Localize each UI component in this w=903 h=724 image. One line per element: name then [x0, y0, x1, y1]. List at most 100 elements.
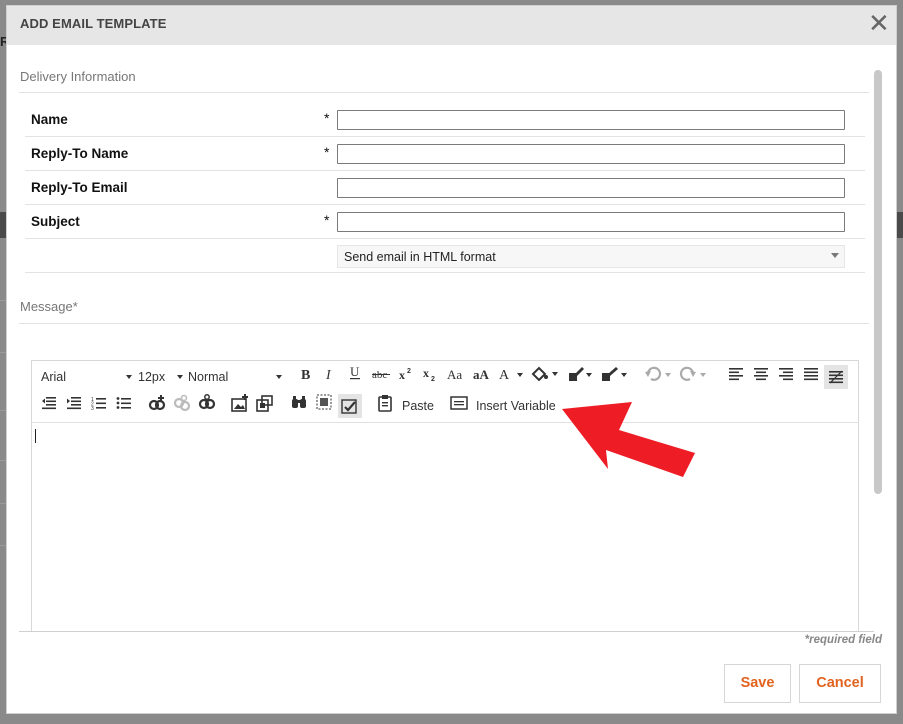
select-all-icon[interactable] [313, 394, 335, 418]
clear-formatting-icon[interactable] [597, 365, 629, 389]
unlink-icon[interactable] [171, 394, 193, 418]
form-row-reply-to-name: Reply-To Name * [25, 137, 865, 171]
font-size-dropdown[interactable]: 12px [138, 365, 186, 389]
svg-text:2: 2 [431, 376, 435, 381]
bulleted-list-icon[interactable] [113, 394, 135, 418]
form-row-subject: Subject * [25, 205, 865, 239]
chevron-down-icon [276, 375, 282, 379]
background-page-bar [897, 212, 903, 238]
format-painter-icon[interactable] [564, 365, 594, 389]
subject-label: Subject [31, 214, 80, 229]
email-format-select[interactable]: Send email in HTML format [337, 245, 845, 268]
highlight-color-icon [531, 366, 558, 382]
font-color-icon[interactable]: A [496, 365, 526, 389]
superscript-icon[interactable]: x2 [395, 365, 417, 389]
insert-variable-icon[interactable] [448, 394, 470, 418]
strikethrough-icon: abc [372, 369, 390, 381]
align-justify-icon [804, 368, 818, 381]
section-divider [19, 323, 869, 324]
subject-input[interactable] [337, 212, 845, 232]
bold-icon[interactable]: B [294, 365, 316, 389]
reply-to-email-label: Reply-To Email [31, 180, 128, 195]
spellcheck-icon[interactable] [338, 394, 362, 418]
highlight-color-icon[interactable] [529, 365, 561, 389]
paste-label: Paste [402, 399, 434, 413]
svg-text:x: x [423, 367, 429, 380]
delivery-section-title: Delivery Information [20, 69, 136, 84]
paste-button[interactable]: Paste [398, 394, 438, 418]
align-center-icon[interactable] [750, 365, 772, 389]
font-size-value: 12px [138, 370, 166, 384]
paragraph-format-dropdown[interactable]: Normal [188, 365, 282, 389]
numbered-list-icon: 123 [91, 397, 106, 412]
strikethrough-icon[interactable]: abc [369, 365, 393, 389]
redo-icon [679, 366, 706, 381]
outdent-icon [42, 397, 56, 410]
insert-link-icon [148, 395, 166, 411]
dialog-scrollbar[interactable] [872, 68, 884, 632]
uppercase-icon[interactable]: Aa [444, 365, 468, 389]
align-right-icon [779, 368, 793, 381]
reply-to-name-label: Reply-To Name [31, 146, 129, 161]
text-cursor [35, 429, 36, 443]
format-painter-icon [569, 367, 592, 381]
insert-variable-button[interactable]: Insert Variable [472, 394, 562, 418]
dialog-body: Delivery Information Name * Reply-To Nam… [7, 45, 887, 631]
svg-text:Aa: Aa [447, 367, 462, 381]
subscript-icon[interactable]: x2 [419, 365, 441, 389]
svg-text:U: U [350, 365, 360, 379]
editor-content-area[interactable] [32, 423, 858, 631]
svg-text:A: A [499, 368, 510, 381]
align-left-icon[interactable] [725, 365, 747, 389]
footer-divider [19, 631, 874, 632]
required-asterisk: * [324, 212, 330, 228]
redo-icon[interactable] [677, 365, 709, 389]
subscript-icon: x2 [423, 366, 435, 383]
lowercase-icon[interactable]: aA [470, 365, 494, 389]
paragraph-format-value: Normal [188, 370, 229, 384]
find-icon [292, 396, 306, 408]
font-color-icon: A [499, 368, 523, 383]
dialog-header: ADD EMAIL TEMPLATE ✕ [7, 6, 896, 45]
insert-image-icon[interactable] [229, 394, 251, 418]
section-divider [19, 92, 869, 93]
font-family-dropdown[interactable]: Arial [38, 365, 134, 389]
reply-to-name-input[interactable] [337, 144, 845, 164]
name-input[interactable] [337, 110, 845, 130]
paste-icon[interactable] [374, 394, 396, 418]
insert-file-icon[interactable] [254, 394, 276, 418]
undo-icon[interactable] [642, 365, 674, 389]
svg-text:I: I [325, 368, 332, 381]
clear-formatting-icon [602, 367, 627, 381]
indent-icon[interactable] [63, 394, 85, 418]
underline-icon[interactable]: U [344, 364, 366, 389]
cancel-button[interactable]: Cancel [799, 664, 881, 703]
svg-text:B: B [301, 368, 310, 381]
show-blocks-icon[interactable] [824, 365, 848, 389]
close-icon[interactable]: ✕ [868, 10, 890, 36]
anchor-icon[interactable] [196, 394, 218, 418]
scrollbar-thumb[interactable] [874, 70, 882, 494]
toolbar-row-2: 123 Paste Insert Variable [32, 394, 858, 420]
reply-to-email-input[interactable] [337, 178, 845, 198]
undo-icon [645, 366, 671, 381]
insert-variable-icon [450, 396, 468, 410]
required-field-note: *required field [804, 634, 882, 646]
svg-text:2: 2 [407, 368, 411, 375]
insert-link-icon[interactable] [146, 394, 168, 418]
svg-text:x: x [399, 368, 405, 381]
superscript-icon: x2 [399, 368, 411, 382]
bold-icon: B [301, 368, 310, 383]
chevron-down-icon [126, 375, 132, 379]
italic-icon[interactable]: I [319, 365, 341, 389]
svg-text:3: 3 [91, 406, 94, 410]
save-button[interactable]: Save [724, 664, 791, 703]
outdent-icon[interactable] [38, 394, 60, 418]
align-right-icon[interactable] [775, 365, 797, 389]
align-justify-icon[interactable] [800, 365, 822, 389]
numbered-list-icon[interactable]: 123 [88, 394, 110, 418]
add-email-template-dialog: ADD EMAIL TEMPLATE ✕ Delivery Informatio… [6, 5, 897, 714]
find-icon[interactable] [288, 394, 310, 418]
align-left-icon [729, 368, 743, 381]
insert-file-icon [256, 395, 273, 412]
